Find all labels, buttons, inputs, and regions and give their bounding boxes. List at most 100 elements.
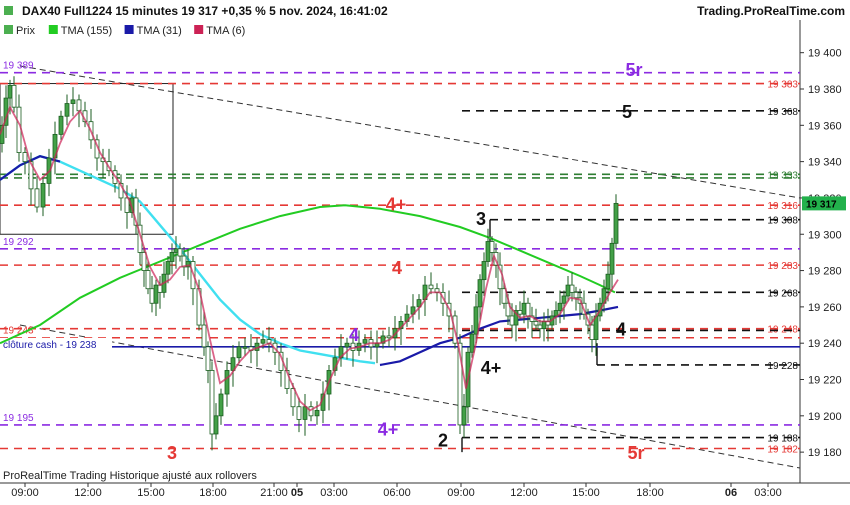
candle-body-29 bbox=[149, 288, 155, 304]
level-label-0: 19 389 bbox=[3, 61, 34, 72]
y-tick-label-4: 19 260 bbox=[808, 302, 842, 314]
candle-body-35 bbox=[173, 248, 179, 253]
x-tick-label-1: 12:00 bbox=[74, 487, 102, 499]
candle-body-69 bbox=[362, 339, 368, 344]
annotation-10: 5r bbox=[627, 443, 644, 463]
candle-body-118 bbox=[589, 324, 595, 340]
candle-body-52 bbox=[260, 339, 266, 344]
y-tick-label-1: 19 200 bbox=[808, 411, 842, 423]
annotation-8: 4+ bbox=[378, 420, 399, 440]
candle-body-100 bbox=[517, 310, 523, 315]
candle-body-90 bbox=[477, 279, 483, 308]
candle-body-102 bbox=[525, 302, 531, 317]
y-tick-label-8: 19 340 bbox=[808, 157, 842, 169]
annotation-5: 4 bbox=[616, 320, 626, 340]
candle-body-110 bbox=[557, 302, 563, 311]
candle-body-104 bbox=[533, 321, 539, 326]
y-tick-label-0: 19 180 bbox=[808, 447, 842, 459]
legend-swatch-0 bbox=[4, 25, 13, 34]
level-label-9: 19 268 bbox=[767, 288, 798, 299]
candle-body-34 bbox=[169, 252, 175, 262]
candle-body-15 bbox=[76, 99, 82, 112]
candle-body-58 bbox=[296, 406, 302, 420]
y-tick-label-2: 19 220 bbox=[808, 375, 842, 387]
candle-body-49 bbox=[242, 346, 248, 349]
candle-body-3 bbox=[7, 84, 13, 99]
candle-body-12 bbox=[58, 115, 64, 135]
candle-body-57 bbox=[290, 388, 296, 408]
candle-body-6 bbox=[22, 152, 28, 163]
candle-body-106 bbox=[541, 321, 547, 330]
candle-body-111 bbox=[561, 295, 567, 304]
candle-body-33 bbox=[165, 261, 171, 275]
candle-body-89 bbox=[473, 306, 479, 335]
annotation-6: 4 bbox=[349, 325, 359, 345]
candle-body-61 bbox=[314, 409, 320, 417]
level-label-5: 19 316 bbox=[767, 201, 798, 212]
x-tick-label-2: 15:00 bbox=[137, 487, 165, 499]
x-tick-label-9: 12:00 bbox=[510, 487, 538, 499]
y-tick-label-6: 19 300 bbox=[808, 229, 842, 241]
candle-body-92 bbox=[485, 241, 491, 262]
candle-body-8 bbox=[34, 188, 40, 208]
level-label-1: 19 383 bbox=[767, 80, 798, 91]
price-chart[interactable]: DAX40 Full1224 15 minutes 19 317 +0,35 %… bbox=[0, 0, 850, 500]
legend-label-0: Prix bbox=[16, 25, 35, 37]
footer-note: ProRealTime Trading Historique ajusté au… bbox=[3, 470, 257, 482]
legend-label-3: TMA (6) bbox=[206, 25, 245, 37]
candle-body-28 bbox=[145, 270, 151, 290]
x-tick-label-13: 03:00 bbox=[754, 487, 782, 499]
level-label-13: 19 228 bbox=[767, 361, 798, 372]
level-label-6: 19 308 bbox=[767, 216, 798, 227]
candle-body-113 bbox=[569, 284, 575, 293]
candle-body-93 bbox=[489, 241, 495, 253]
x-tick-label-4: 21:00 bbox=[260, 487, 288, 499]
candle-body-122 bbox=[605, 273, 611, 290]
candle-body-105 bbox=[537, 324, 543, 330]
chart-window: DAX40 Full1224 15 minutes 19 317 +0,35 %… bbox=[0, 0, 850, 500]
candle-body-46 bbox=[224, 370, 230, 395]
x-tick-label-11: 18:00 bbox=[636, 487, 664, 499]
legend-label-1: TMA (155) bbox=[61, 25, 112, 37]
level-label-15: 19 188 bbox=[767, 434, 798, 445]
candle-body-36 bbox=[177, 248, 183, 257]
candle-body-31 bbox=[157, 284, 163, 293]
legend-swatch-1 bbox=[48, 25, 58, 34]
level-label-8: 19 283 bbox=[767, 261, 798, 272]
level-label-2: 19 368 bbox=[767, 107, 798, 118]
last-price-label: 19 317 bbox=[806, 199, 837, 210]
plot-area bbox=[0, 20, 800, 483]
x-tick-label-10: 15:00 bbox=[572, 487, 600, 499]
candle-body-101 bbox=[521, 302, 527, 315]
candle-body-13 bbox=[64, 103, 70, 117]
y-tick-label-5: 19 280 bbox=[808, 266, 842, 278]
y-tick-label-3: 19 240 bbox=[808, 338, 842, 350]
x-tick-label-3: 18:00 bbox=[199, 487, 227, 499]
candle-body-4 bbox=[11, 84, 17, 108]
annotation-3: 3 bbox=[476, 209, 486, 229]
candle-body-44 bbox=[213, 415, 219, 435]
candle-body-98 bbox=[509, 315, 515, 326]
candle-body-73 bbox=[386, 335, 392, 339]
y-tick-label-11: 19 400 bbox=[808, 48, 842, 60]
legend-label-2: TMA (31) bbox=[137, 25, 182, 37]
annotation-0: 5r bbox=[625, 60, 642, 80]
level-label-14: 19 195 bbox=[3, 413, 34, 424]
candle-body-48 bbox=[236, 346, 242, 359]
x-tick-label-7: 06:00 bbox=[383, 487, 411, 499]
legend-swatch-2 bbox=[124, 25, 134, 34]
candle-body-30 bbox=[153, 284, 159, 304]
level-label-7: 19 292 bbox=[3, 237, 34, 248]
instrument-icon bbox=[4, 6, 13, 15]
annotation-11: 3 bbox=[167, 443, 177, 463]
candle-body-41 bbox=[201, 324, 207, 348]
y-tick-label-10: 19 380 bbox=[808, 84, 842, 96]
candle-body-42 bbox=[205, 346, 211, 371]
cash-close-label: clôture cash - 19 238 bbox=[3, 340, 97, 351]
annotation-4: 4 bbox=[392, 258, 402, 278]
candle-body-59 bbox=[302, 406, 308, 420]
x-tick-label-5: 05 bbox=[291, 487, 303, 499]
candle-body-123 bbox=[609, 242, 615, 275]
candle-body-86 bbox=[461, 406, 467, 426]
candle-body-91 bbox=[481, 261, 487, 281]
